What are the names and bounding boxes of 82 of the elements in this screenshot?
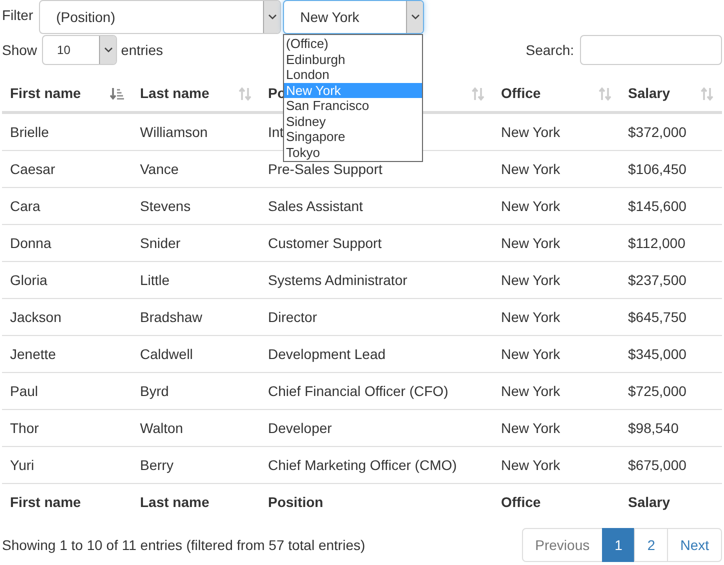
table-cell-text: $237,500 (628, 270, 686, 290)
page-button[interactable]: 1 (602, 528, 636, 562)
table-cell-text: $98,540 (628, 418, 679, 438)
table-cell-text: Vance (140, 160, 179, 178)
table-cell-text: Systems Administrator (268, 270, 408, 290)
table-cell-text: New York (501, 270, 560, 290)
table-cell-text: Gloria (10, 270, 48, 290)
table-cell-text: Paul (10, 382, 38, 400)
table-cell-text: $145,600 (628, 196, 686, 216)
table-cell-text: Williamson (140, 122, 208, 142)
table-cell-text: Pre-Sales Support (268, 160, 382, 179)
table-cell-text: Sales Assistant (268, 196, 363, 216)
table-cell-text: Customer Support (268, 234, 382, 253)
dropdown-option[interactable]: London (284, 67, 422, 82)
table-cell-text: $725,000 (628, 382, 686, 400)
table-cell-text: New York (501, 344, 560, 364)
table-cell-text: Berry (140, 456, 174, 475)
table-cell-text: Stevens (140, 196, 191, 216)
column-header[interactable]: Office (493, 76, 620, 111)
table-cell-text: Donna (10, 234, 52, 252)
table-cell-text: Bradshaw (140, 308, 202, 326)
dropdown-option[interactable]: San Francisco (284, 98, 422, 114)
chevron-down-icon (268, 14, 277, 20)
table-cell-text: $645,750 (628, 308, 686, 326)
column-header[interactable]: Last name (132, 76, 260, 111)
pagination-nav-button[interactable]: Previous (522, 528, 603, 562)
table-cell-text: Little (140, 270, 170, 290)
table-cell-text: Brielle (10, 122, 49, 142)
table-cell-text: Chief Marketing Officer (CMO) (268, 456, 457, 475)
table-cell-text: Walton (140, 418, 184, 438)
chevron-down-icon (104, 47, 113, 53)
column-footer: First name (10, 492, 81, 513)
table-cell-text: New York (501, 382, 560, 400)
column-footer: Office (501, 492, 541, 513)
position-select[interactable]: (Position) (39, 0, 282, 34)
filter-label: Filter (2, 6, 34, 24)
table-cell-text: Development Lead (268, 344, 386, 364)
entries-label: entries (121, 40, 164, 60)
pagination-nav-button[interactable]: Next (667, 528, 722, 562)
office-select[interactable]: New York (283, 0, 424, 34)
table-cell-text: Jackson (10, 308, 62, 326)
column-footer: Last name (140, 492, 210, 513)
table-cell-text: Caldwell (140, 344, 193, 364)
table-cell-text: $112,000 (628, 234, 686, 252)
table-cell-text: $106,450 (628, 160, 686, 178)
table-cell-text: Developer (268, 418, 332, 438)
table-cell-text: $675,000 (628, 456, 686, 474)
table-cell-text: Chief Financial Officer (CFO) (268, 382, 448, 401)
table-cell-text: Director (268, 308, 318, 326)
column-header[interactable]: Salary (620, 76, 722, 111)
dropdown-option[interactable]: Singapore (284, 129, 422, 144)
table-cell-text: Yuri (10, 456, 34, 474)
dropdown-option[interactable]: Sidney (284, 114, 422, 129)
dropdown-option[interactable]: (Office) (284, 36, 422, 52)
table-cell-text: Byrd (140, 382, 169, 401)
table-cell-text: Snider (140, 234, 180, 252)
column-footer: Position (268, 492, 324, 513)
table-cell-text: New York (501, 456, 560, 474)
table-cell-text: Thor (10, 418, 39, 438)
table-cell-text: $372,000 (628, 122, 686, 142)
dropdown-option[interactable]: Edinburgh (284, 52, 422, 67)
page-button[interactable]: 2 (634, 528, 668, 562)
table-cell-text: Caesar (10, 160, 56, 178)
table-cell-text: Int (268, 122, 284, 142)
column-header[interactable]: First name (2, 76, 132, 111)
dropdown-option[interactable]: Tokyo (284, 144, 422, 160)
show-label: Show (2, 40, 38, 60)
search-field[interactable] (580, 35, 722, 65)
table-cell-text: New York (501, 418, 560, 438)
chevron-down-icon (410, 14, 420, 20)
search-label: Search: (526, 40, 574, 60)
table-info: Showing 1 to 10 of 11 entries (filtered from 57 total entries) (2, 536, 366, 555)
table-cell-text: Jenette (10, 344, 56, 364)
table-cell-text: Cara (10, 196, 40, 216)
table-cell-text: New York (501, 196, 560, 216)
page-length-select[interactable]: 10 (42, 35, 118, 65)
table-cell-text: New York (501, 234, 560, 252)
table-cell-text: New York (501, 122, 560, 142)
table-cell-text: $345,000 (628, 344, 686, 364)
table-cell-text: New York (501, 308, 560, 326)
table-cell-text: New York (501, 160, 560, 178)
column-footer: Salary (628, 492, 670, 513)
